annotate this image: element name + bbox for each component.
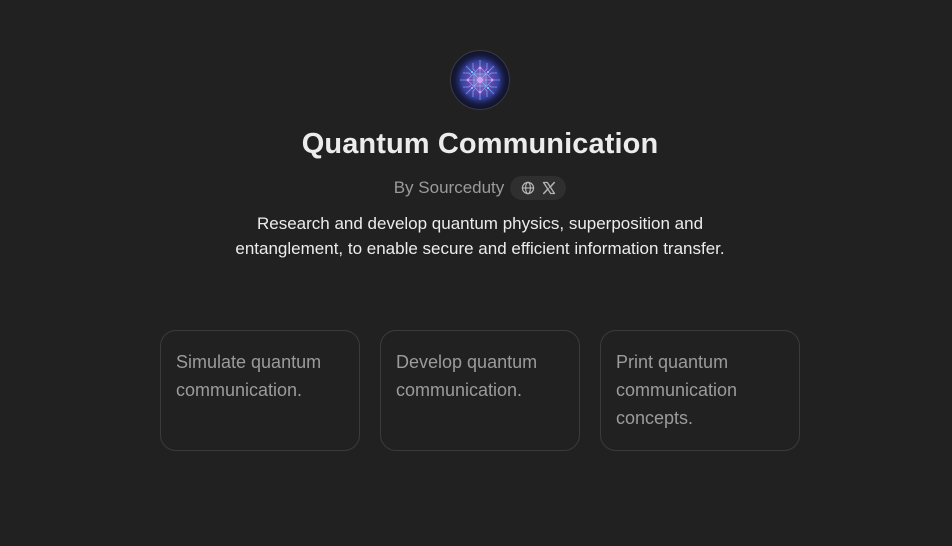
author-links xyxy=(510,176,567,200)
starter-card[interactable]: Develop quantum communication. xyxy=(380,330,580,451)
conversation-starters: Simulate quantum communication. Develop … xyxy=(160,330,800,451)
x-logo-icon[interactable] xyxy=(541,181,556,196)
starter-card[interactable]: Print quantum communication concepts. xyxy=(600,330,800,451)
quantum-chip-icon xyxy=(450,50,510,110)
gpt-landing: Quantum Communication By Sourceduty Rese… xyxy=(0,0,952,546)
gpt-title: Quantum Communication xyxy=(301,128,659,160)
byline: By Sourceduty xyxy=(0,176,952,200)
gpt-description: Research and develop quantum physics, su… xyxy=(235,214,725,258)
author-label: By Sourceduty xyxy=(393,178,505,197)
starter-card[interactable]: Simulate quantum communication. xyxy=(160,330,360,451)
globe-icon[interactable] xyxy=(520,181,535,196)
